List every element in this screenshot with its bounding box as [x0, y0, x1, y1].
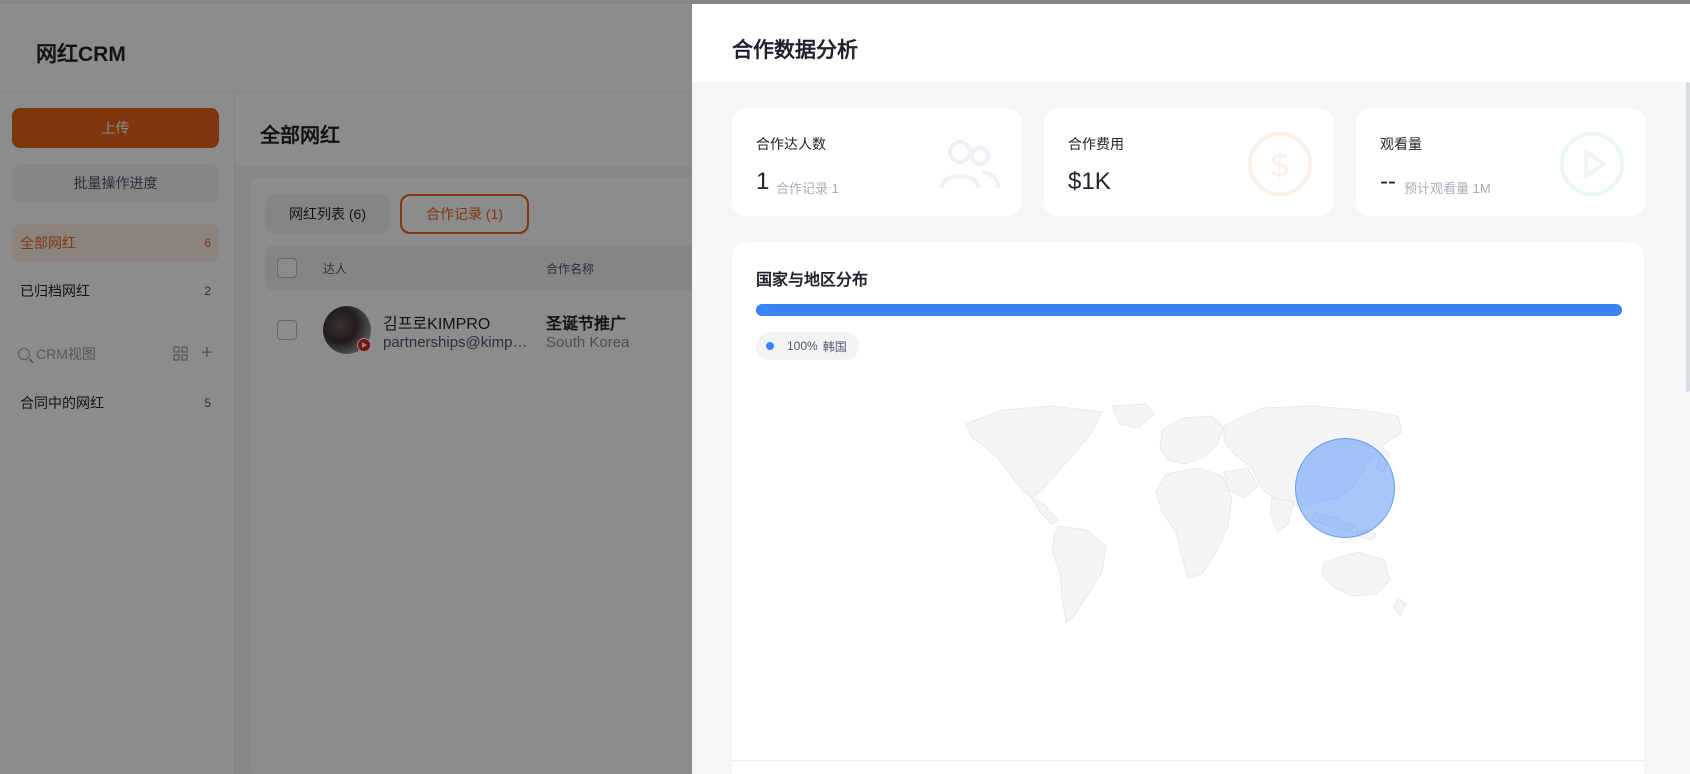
users-icon [940, 140, 1000, 189]
stat-value: -- [1380, 168, 1396, 195]
stat-value: $1K [1068, 168, 1111, 195]
stat-label: 合作达人数 [756, 136, 826, 152]
stat-label: 合作费用 [1068, 136, 1124, 152]
stat-value: 1 [756, 168, 770, 195]
legend-country: 韩国 [822, 339, 847, 354]
korea-data-bubble[interactable] [1295, 438, 1395, 538]
legend-item-korea[interactable]: 100% 韩国 [756, 332, 859, 360]
dollar-icon: $ [1248, 132, 1312, 196]
stat-sub: 预计观看量 1M [1404, 181, 1491, 196]
svg-text:$: $ [1269, 145, 1291, 185]
distribution-bar[interactable] [756, 304, 1622, 316]
country-distribution-card: 国家与地区分布 100% 韩国 [732, 242, 1644, 774]
stat-card-influencers: 合作达人数 1 合作记录 1 [732, 108, 1021, 216]
play-icon [1560, 132, 1624, 196]
distribution-title: 国家与地区分布 [756, 272, 869, 289]
stat-sub: 合作记录 1 [776, 181, 839, 196]
divider [732, 760, 1644, 761]
stat-card-cost: 合作费用 $1K $ [1044, 108, 1333, 216]
drawer-title: 合作数据分析 [732, 39, 858, 62]
drawer-header: 合作数据分析 [692, 4, 1690, 82]
stat-card-views: 观看量 -- 预计观看量 1M [1356, 108, 1645, 216]
stat-label: 观看量 [1380, 136, 1422, 152]
drawer-scrollbar[interactable] [1686, 82, 1690, 392]
legend-dot [766, 342, 774, 350]
analysis-drawer: 合作数据分析 合作达人数 1 合作记录 1 合作费用 $1K $ 观看量 -- … [692, 4, 1690, 774]
legend-percent: 100% [787, 339, 818, 353]
